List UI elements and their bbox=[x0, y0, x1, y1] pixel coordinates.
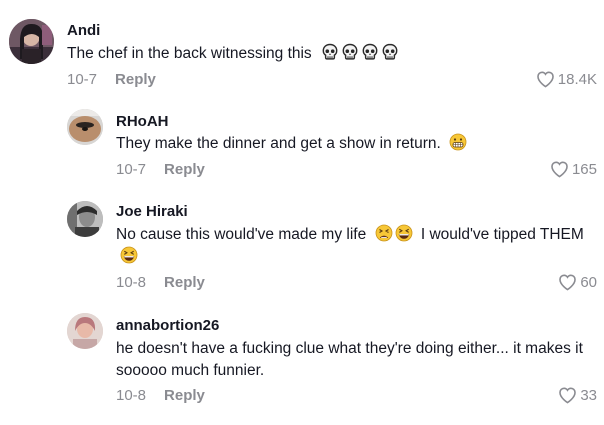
reply-button[interactable]: Reply bbox=[164, 274, 205, 291]
reply-button[interactable]: Reply bbox=[164, 161, 205, 178]
comment-text-body: They make the dinner and get a show in r… bbox=[116, 135, 441, 152]
like-count: 60 bbox=[580, 273, 597, 291]
heart-icon bbox=[559, 274, 577, 291]
heart-icon bbox=[536, 71, 554, 88]
like-count: 165 bbox=[571, 160, 597, 178]
comment-text: he doesn't have a fucking clue what they… bbox=[116, 340, 583, 379]
comment-text: The chef in the back witnessing this bbox=[67, 43, 587, 65]
grimacing-emoji-icon bbox=[449, 133, 467, 151]
reply-item: Joe Hiraki No cause this would've made m… bbox=[0, 190, 604, 303]
comment-meta: 10-7 Reply bbox=[67, 71, 156, 88]
comment-date: 10-7 bbox=[67, 71, 98, 88]
username[interactable]: RHoAH bbox=[116, 113, 169, 130]
avatar[interactable] bbox=[67, 313, 103, 349]
comment-text: They make the dinner and get a show in r… bbox=[116, 133, 586, 155]
like-count: 18.4K bbox=[557, 70, 597, 88]
skull-emoji-icon bbox=[321, 43, 339, 61]
avatar[interactable] bbox=[67, 201, 103, 237]
skull-emoji-icon bbox=[381, 43, 399, 61]
like-button[interactable]: 33 bbox=[558, 386, 597, 404]
avatar-image bbox=[67, 109, 103, 145]
grinning-squinting-emoji-icon bbox=[120, 246, 138, 264]
avatar-image bbox=[9, 19, 54, 64]
reply-item: RHoAH They make the dinner and get a sho… bbox=[0, 100, 604, 190]
username[interactable]: Joe Hiraki bbox=[116, 203, 188, 220]
comment-text: No cause this would've made my life I wo… bbox=[116, 224, 586, 268]
heart-icon bbox=[559, 387, 577, 404]
reply-item: annabortion26 he doesn't have a fucking … bbox=[0, 303, 604, 423]
comment-text-body: No cause this would've made my life bbox=[116, 226, 367, 243]
skull-emoji-icon bbox=[341, 43, 359, 61]
avatar[interactable] bbox=[67, 109, 103, 145]
reply-button[interactable]: Reply bbox=[115, 71, 156, 88]
like-button[interactable]: 165 bbox=[550, 160, 597, 178]
avatar-image bbox=[67, 313, 103, 349]
comment-date: 10-8 bbox=[116, 274, 147, 291]
reply-button[interactable]: Reply bbox=[164, 387, 205, 404]
comment-meta: 10-8 Reply bbox=[116, 274, 205, 291]
grinning-squinting-emoji-icon bbox=[395, 224, 413, 242]
skull-emoji-icon bbox=[361, 43, 379, 61]
comment-date: 10-7 bbox=[116, 161, 147, 178]
comment-text-body: The chef in the back witnessing this bbox=[67, 45, 312, 62]
comment-meta: 10-7 Reply bbox=[116, 161, 205, 178]
username[interactable]: Andi bbox=[67, 22, 100, 39]
like-button[interactable]: 18.4K bbox=[536, 70, 597, 88]
comment-date: 10-8 bbox=[116, 387, 147, 404]
heart-icon bbox=[551, 161, 568, 178]
like-button[interactable]: 60 bbox=[558, 273, 597, 291]
comment-text-body-end: I would've tipped THEM bbox=[420, 226, 584, 243]
tired-face-emoji-icon bbox=[375, 224, 393, 242]
username[interactable]: annabortion26 bbox=[116, 317, 219, 334]
avatar-image bbox=[67, 201, 103, 237]
avatar[interactable] bbox=[9, 19, 54, 64]
comment-item: Andi The chef in the back witnessing thi… bbox=[0, 0, 604, 95]
like-count: 33 bbox=[580, 386, 597, 404]
comment-meta: 10-8 Reply bbox=[116, 387, 205, 404]
